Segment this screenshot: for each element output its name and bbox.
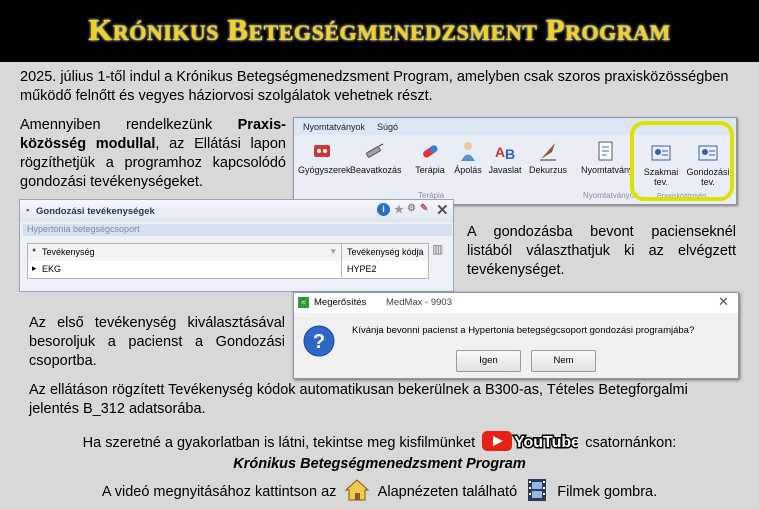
info-icon[interactable]: i [377,203,390,216]
open-text-post: Filmek gombra. [557,484,658,500]
syringe-icon [365,143,384,158]
module-text-pre: Amennyiben rendelkezünk [20,117,238,133]
capsule-icon [423,145,438,158]
dialog-app-name: MedMax - 9903 [386,297,453,308]
svg-text:A: A [495,144,505,160]
ribbon-btn-dekurzus[interactable]: Dekurzus [524,140,572,175]
group-header: Hypertonia betegségcsoport [23,224,452,236]
ribbon-btn-javaslat[interactable]: AB Javaslat [481,140,529,175]
ribbon-toolbar: Nyomtatványok Súgó Gyógyszerek Beavatkoz… [293,117,737,205]
row-selector-icon: ● [32,247,37,254]
filter-icon[interactable]: ▾ [331,246,336,257]
ribbon-btn-label: Dekurzus [528,165,567,175]
ribbon-btn-label: Nyomtatvány [581,165,634,175]
quill-icon [540,143,556,161]
filter-icon[interactable]: ▾ [418,246,423,257]
dialog-titlebar: ≈ Megerősítés MedMax - 9903 ✕ [294,293,738,313]
module-text: Amennyiben rendelkezünk Praxis-közösség … [20,116,286,192]
close-icon[interactable]: ✕ [436,201,449,219]
youtube-logo[interactable]: YouTube [482,431,582,457]
cell-code: HYPE2 [347,264,377,274]
youtube-icon: YouTube [482,431,582,453]
question-icon: ? [303,325,335,357]
highlight-frame [630,121,734,201]
codes-text: Az ellátáson rögzített Tevékenység kódok… [29,382,688,417]
ribbon-btn-label: Javaslat [488,165,522,175]
program-name: Krónikus Betegségmenedzsment Program [233,456,526,472]
table-row[interactable]: ▸ EKG HYPE2 [27,261,429,279]
ribbon-btn-gyogyszerek[interactable]: Gyógyszerek [298,140,351,175]
youtube-wordmark: YouTube [514,434,578,451]
column-divider [341,261,342,278]
page-title: Krónikus Betegségmenedzsment Program [88,12,671,47]
home-icon[interactable] [344,478,370,508]
dialog-title: Megerősítés [314,297,367,308]
group-label-nyomtatvanyok: Nyomtatványok [583,191,639,200]
selection-text: A gondozásba bevont pacienseknél listábó… [467,224,736,278]
open-text-pre: A videó megnyitásához kattintson az [101,484,337,500]
pills-icon [314,145,330,157]
svg-text:?: ? [313,331,325,353]
nurse-icon [461,142,475,161]
video-text-pre: Ha szeretné a gyakorlatban is látni, tek… [82,435,476,451]
dialog-message: Kívánja bevonni pacienst a Hypertonia be… [352,325,695,336]
panel-menu-icon[interactable]: ▪ [26,205,29,216]
row-pointer-icon: ▸ [32,263,37,273]
confirm-dialog: ≈ Megerősítés MedMax - 9903 ✕ ? Kívánja … [293,292,739,379]
first-activity-text: Az első tevékenység kiválasztásával beso… [29,315,285,369]
panel-header: ▪ Gondozási tevékenységek i ★ ⚙ ✎ ✕ [20,200,453,222]
close-icon[interactable]: ✕ [718,294,729,310]
ribbon-btn-label: Beavatkozás [350,165,402,175]
video-line: Ha szeretné a gyakorlatban is látni, tek… [0,431,759,457]
app-icon: ≈ [298,297,309,308]
column-divider [341,244,342,261]
film-icon[interactable] [525,478,549,508]
tab-sugo[interactable]: Súgó [377,122,398,132]
svg-text:B: B [505,146,515,162]
grid-header: ● Tevékenység ▾ Tevékenység kódja ▾ [27,243,429,262]
open-text-mid: Alapnézeten található [377,484,518,500]
star-icon[interactable]: ★ [394,203,404,216]
tools-icon[interactable]: ✎ [420,203,428,214]
document-icon [598,141,613,161]
cell-activity: EKG [42,264,62,274]
ribbon-btn-label: Ápolás [454,165,482,175]
ribbon-btn-label: Terápia [415,165,445,175]
ribbon-btn-beavatkozas[interactable]: Beavatkozás [350,140,402,175]
columns-icon[interactable]: ▥ [432,242,443,256]
column-header-tevekenyseg[interactable]: Tevékenység [42,247,95,257]
activity-panel: ▪ Gondozási tevékenységek i ★ ⚙ ✎ ✕ Hype… [19,199,454,292]
video-text-post: csatornánkon: [585,435,677,451]
ab-text-icon: AB [495,144,515,162]
panel-title: Gondozási tevékenységek [36,206,155,217]
yes-button[interactable]: Igen [456,350,521,372]
column-header-kod[interactable]: Tevékenység kódja [347,247,424,257]
tab-nyomtatvanyok[interactable]: Nyomtatványok [303,122,365,132]
gear-icon[interactable]: ⚙ [407,203,416,214]
no-button[interactable]: Nem [531,350,596,372]
ribbon-btn-nyomtatvany[interactable]: Nyomtatvány [581,140,634,175]
intro-text: 2025. július 1-től indul a Krónikus Bete… [20,69,729,104]
open-video-line: A videó megnyitásához kattintson az Alap… [0,478,759,508]
ribbon-btn-label: Gyógyszerek [298,165,351,175]
